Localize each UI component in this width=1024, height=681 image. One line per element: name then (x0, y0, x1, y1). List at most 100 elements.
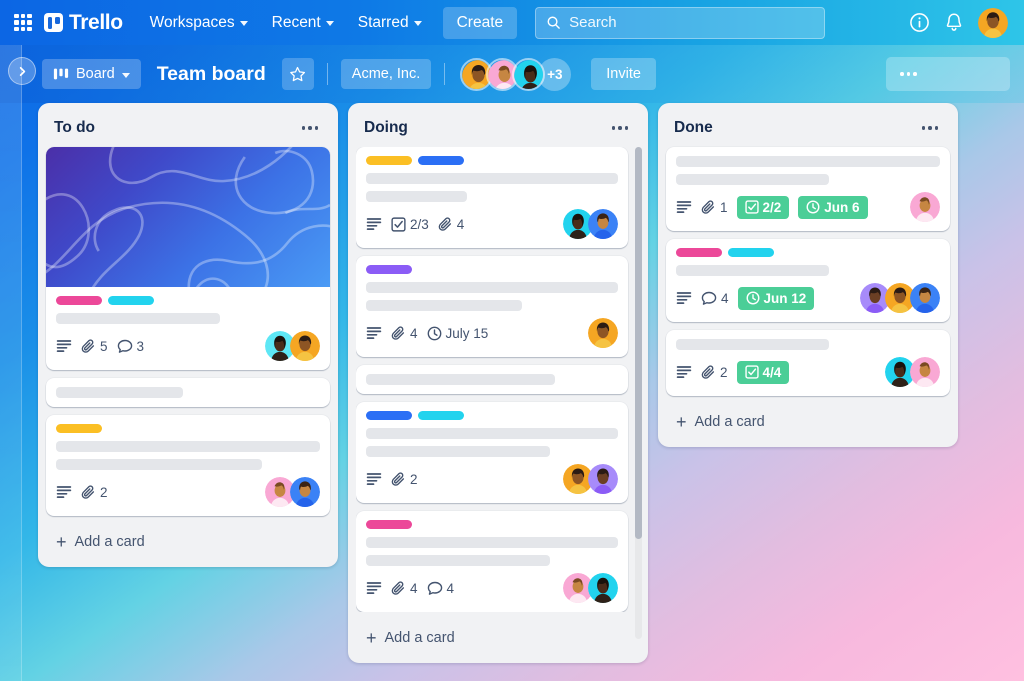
card-title-placeholder (56, 313, 220, 324)
attachment-count: 5 (100, 338, 108, 354)
checklist-count: 4/4 (762, 364, 782, 380)
card[interactable]: 2 (356, 402, 628, 503)
add-card-button-done[interactable]: + Add a card (666, 403, 950, 441)
card[interactable] (356, 365, 628, 394)
board-view-switcher[interactable]: Board (42, 59, 141, 89)
bell-icon[interactable] (944, 12, 964, 33)
checklist-icon (391, 216, 406, 232)
account-avatar[interactable] (978, 7, 1008, 38)
description-icon (676, 365, 692, 379)
card-members (563, 464, 618, 494)
card[interactable]: 2/3 4 (356, 147, 628, 248)
divider (326, 63, 328, 85)
checklist-count: 2/3 (410, 216, 429, 232)
card-member-avatar[interactable] (910, 192, 940, 222)
list-todo: To do 5 3 2 + Add a card (38, 103, 338, 567)
workspace-badge[interactable]: Acme, Inc. (340, 59, 432, 89)
card-member-avatar[interactable] (588, 573, 618, 603)
board-menu-button[interactable] (886, 57, 1010, 91)
card-label[interactable] (56, 424, 102, 433)
attachment-icon (391, 325, 405, 340)
create-button[interactable]: Create (442, 6, 518, 39)
star-icon (290, 66, 306, 81)
card-badges: 2/3 4 (366, 209, 618, 239)
member-avatar[interactable] (512, 57, 546, 91)
invite-button[interactable]: Invite (591, 58, 656, 90)
card-member-avatar[interactable] (588, 464, 618, 494)
add-card-label: Add a card (74, 534, 145, 550)
clock-icon (806, 200, 820, 214)
nav-starred-label: Starred (357, 13, 409, 31)
card-label[interactable] (366, 265, 412, 274)
search-input[interactable]: Search (535, 6, 826, 39)
info-circle-icon[interactable] (909, 12, 930, 33)
card[interactable]: 4 Jun 12 (666, 239, 950, 322)
nav-recent[interactable]: Recent (263, 8, 343, 38)
card-label[interactable] (676, 248, 722, 257)
card-label[interactable] (56, 296, 102, 305)
card-label[interactable] (366, 156, 412, 165)
card[interactable]: 4 4 (356, 511, 628, 612)
card-title-placeholder (676, 339, 830, 350)
checklist-complete-badge: 2/2 (736, 195, 790, 219)
description-icon (56, 339, 72, 353)
trello-logo[interactable]: Trello (44, 11, 123, 35)
card-body: 5 3 (46, 296, 330, 361)
sidebar-expand-button[interactable] (8, 57, 36, 85)
board-title[interactable]: Team board (151, 63, 272, 86)
card-label[interactable] (366, 411, 412, 420)
attachment-badge: 5 (81, 339, 108, 354)
card-badges: 4 July 15 (366, 318, 618, 348)
comment-badge: 4 (701, 291, 729, 306)
list-scrollbar-thumb[interactable] (635, 147, 642, 539)
comment-icon (117, 339, 132, 353)
description-icon (366, 581, 382, 595)
card-members (885, 357, 940, 387)
attachment-badge: 1 (701, 200, 728, 215)
card-title-placeholder (366, 446, 550, 457)
comment-badge: 4 (427, 581, 454, 596)
card-labels (56, 296, 320, 305)
nav-workspaces[interactable]: Workspaces (141, 8, 257, 38)
card-badges: 1 2/2 Jun 6 (676, 192, 940, 222)
comment-count: 4 (721, 290, 729, 306)
star-button[interactable] (281, 58, 314, 90)
card-label[interactable] (418, 156, 464, 165)
card[interactable]: 2 (46, 415, 330, 516)
comment-icon (701, 291, 717, 305)
card[interactable]: 5 3 (46, 147, 330, 370)
list-menu-button[interactable] (918, 124, 943, 132)
list-doing: Doing 2/3 4 4 July 15 2 4 4 + Add a card (348, 103, 648, 663)
add-card-button-todo[interactable]: + Add a card (46, 523, 330, 561)
card[interactable] (46, 378, 330, 407)
card-list: 1 2/2 Jun 6 4 Jun 12 2 4/4 (666, 147, 950, 396)
grid-apps-icon[interactable] (12, 12, 34, 34)
card-member-avatar[interactable] (910, 357, 940, 387)
card-member-avatar[interactable] (290, 331, 320, 361)
comment-icon (427, 581, 442, 595)
card-member-avatar[interactable] (588, 318, 618, 348)
card-member-avatar[interactable] (588, 209, 618, 239)
card-member-avatar[interactable] (910, 283, 940, 313)
card[interactable]: 4 July 15 (356, 256, 628, 357)
list-menu-button[interactable] (608, 124, 633, 132)
list-menu-button[interactable] (298, 124, 323, 132)
chevron-down-icon (325, 21, 334, 26)
attachment-icon (438, 216, 451, 231)
card-badges: 2 (366, 464, 618, 494)
add-card-button-doing[interactable]: + Add a card (356, 619, 640, 657)
card-label[interactable] (418, 411, 464, 420)
list-scrollbar-track[interactable] (635, 147, 642, 639)
card-members (910, 192, 940, 222)
card[interactable]: 1 2/2 Jun 6 (666, 147, 950, 231)
card[interactable]: 2 4/4 (666, 330, 950, 396)
nav-starred[interactable]: Starred (349, 8, 431, 38)
attachment-icon (391, 580, 405, 595)
card-label[interactable] (728, 248, 774, 257)
card-label[interactable] (108, 296, 154, 305)
comment-count: 3 (136, 338, 145, 354)
add-card-label: Add a card (694, 414, 765, 430)
card-labels (366, 156, 618, 165)
card-member-avatar[interactable] (290, 477, 320, 507)
card-label[interactable] (366, 520, 412, 529)
